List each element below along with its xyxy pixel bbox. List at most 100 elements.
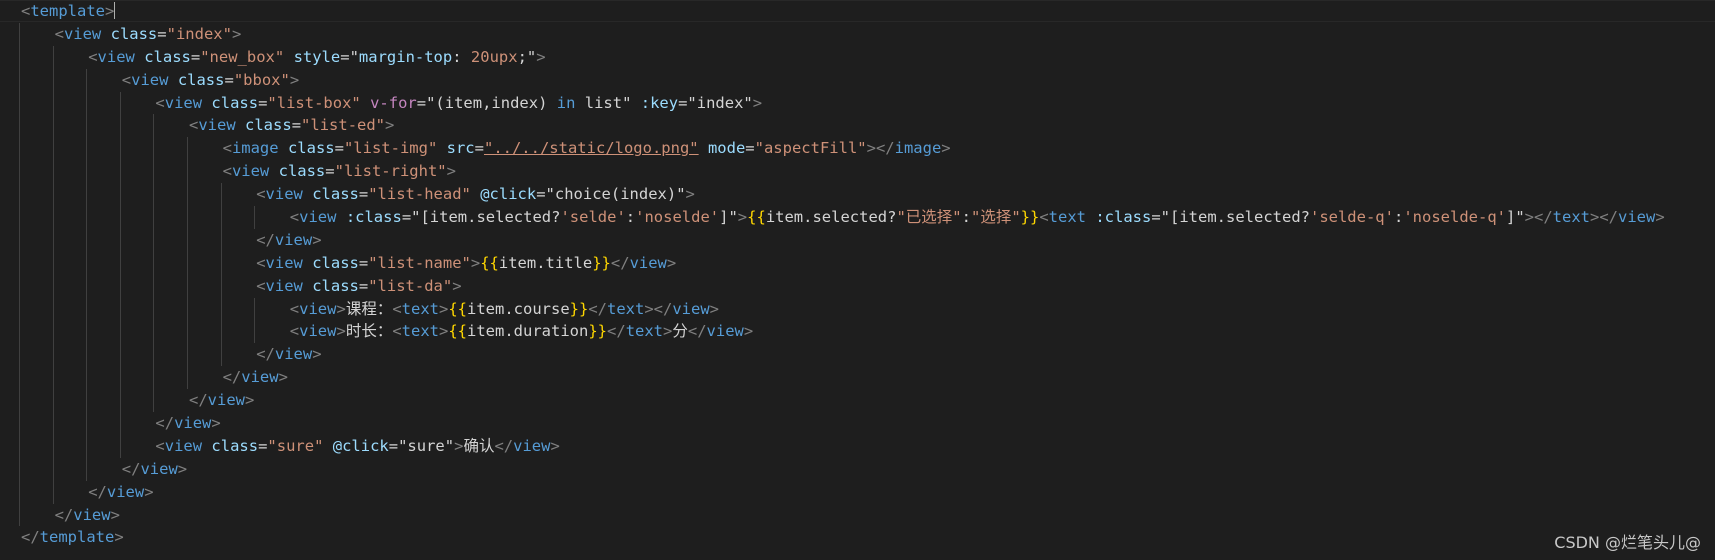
code-line[interactable]: <view>时长：<text>{{item.duration}}</text>分… [19, 320, 1665, 344]
code-line[interactable]: <view class="list-head" @click="choice(i… [19, 183, 1665, 207]
indent-guide [86, 343, 88, 367]
indent-guide [153, 366, 155, 390]
indent-guide [187, 206, 188, 229]
code-line[interactable]: </view> [19, 480, 1665, 504]
code-line[interactable]: <view class="new_box" style="margin-top:… [19, 45, 1665, 69]
code-token: @click [332, 436, 389, 455]
code-token: 确认 [463, 436, 495, 455]
code-token: }} [569, 299, 589, 318]
code-line[interactable]: <view class="list-ed"> [19, 114, 1665, 138]
code-token: </ [607, 322, 626, 341]
code-token: template [39, 528, 115, 547]
code-token: > [446, 162, 456, 181]
indent-guide [86, 68, 88, 92]
code-token: view [207, 391, 245, 410]
code-lines[interactable]: <template> <view class="index"> <view clas… [19, 0, 1665, 549]
indent-guide [19, 320, 20, 344]
indent-guide [52, 183, 54, 207]
code-token: view [231, 162, 270, 181]
code-token: view [513, 436, 551, 455]
code-editor[interactable]: <template> <view class="index"> <view clas… [0, 0, 1715, 560]
indent-guide [187, 297, 188, 321]
indent-guide [19, 434, 20, 458]
indent-guide [187, 160, 188, 184]
code-token: = [474, 139, 484, 158]
code-token: item.selected? [765, 208, 897, 227]
code-line[interactable]: </template> [21, 526, 1665, 549]
code-line[interactable]: <view class="index"> [19, 22, 1665, 46]
indent-guide [86, 297, 88, 321]
indent-guide [119, 366, 121, 390]
csdn-watermark: CSDN @烂笔头儿@ [1554, 533, 1701, 552]
code-token: > [1655, 208, 1665, 227]
indent-guide [119, 251, 121, 275]
code-token: view [174, 414, 212, 433]
code-token: view [140, 459, 178, 478]
indent-guide [19, 274, 20, 298]
code-text: </view> [256, 345, 321, 363]
code-text: <view class="list-right"> [223, 162, 456, 180]
code-token: mode [707, 139, 746, 158]
code-text: </view> [189, 391, 254, 409]
code-token: image [894, 139, 942, 158]
code-line[interactable]: <view class="list-box" v-for="(item,inde… [19, 91, 1665, 115]
indent-guide [86, 206, 88, 229]
code-token: view [299, 299, 337, 318]
indent-guide [153, 297, 155, 321]
indent-guide [119, 114, 121, 138]
code-line[interactable]: <view>课程：<text>{{item.course}}</text></v… [19, 297, 1665, 321]
code-token: text [401, 322, 439, 341]
code-line[interactable]: <image class="list-img" src="../../stati… [19, 137, 1665, 161]
code-line[interactable]: <view class="list-name">{{item.title}}</… [19, 251, 1665, 275]
code-line[interactable]: </view> [19, 343, 1665, 367]
indent-guide [153, 183, 155, 207]
code-token: < [256, 185, 266, 204]
code-line[interactable]: <view class="list-da"> [19, 274, 1665, 298]
code-token: = [358, 276, 369, 295]
code-token: class [211, 93, 259, 112]
code-text: <view class="list-box" v-for="(item,inde… [155, 94, 762, 112]
code-token: < [155, 93, 165, 112]
code-line[interactable]: </view> [19, 228, 1665, 252]
code-token: view [106, 482, 145, 501]
indent-guide [153, 160, 155, 184]
indent-guide [19, 45, 20, 69]
code-line[interactable]: </view> [19, 457, 1665, 481]
code-line[interactable]: <view class="list-right"> [19, 160, 1665, 184]
code-token: > [439, 299, 449, 318]
code-line[interactable]: </view> [19, 389, 1665, 413]
code-line[interactable]: </view> [19, 503, 1665, 527]
code-token: class [110, 24, 158, 43]
code-token: view [1617, 208, 1656, 227]
code-token: view [265, 276, 303, 295]
code-line[interactable]: </view> [19, 412, 1665, 435]
indent-guide [52, 228, 54, 252]
indent-guide [187, 366, 188, 390]
code-token: </ [588, 299, 608, 318]
code-text: <view>时长：<text>{{item.duration}}</text>分… [290, 322, 753, 340]
code-line[interactable]: <template> [21, 0, 1665, 23]
code-line[interactable]: <view class="sure" @click="sure">确认</vie… [19, 434, 1665, 458]
code-token: :class [1095, 208, 1152, 227]
indent-guide [153, 389, 155, 413]
code-token: </ [189, 391, 208, 410]
code-line[interactable]: </view> [19, 366, 1665, 390]
code-token: ></ [1589, 208, 1618, 227]
code-token: < [222, 139, 232, 158]
code-token: }} [588, 322, 608, 341]
code-line[interactable]: <view :class="[item.selected?'selde':'no… [19, 206, 1665, 229]
code-token: ]" [1505, 208, 1525, 227]
code-token: =" [340, 47, 359, 66]
code-token: > [941, 139, 951, 158]
code-token: </ [222, 368, 242, 387]
code-token: : [1393, 208, 1404, 227]
code-token: ></ [1524, 208, 1553, 227]
code-token: < [54, 24, 64, 43]
indent-guide [19, 68, 20, 92]
code-line[interactable]: <view class="bbox"> [19, 68, 1665, 92]
code-token: > [536, 47, 546, 66]
